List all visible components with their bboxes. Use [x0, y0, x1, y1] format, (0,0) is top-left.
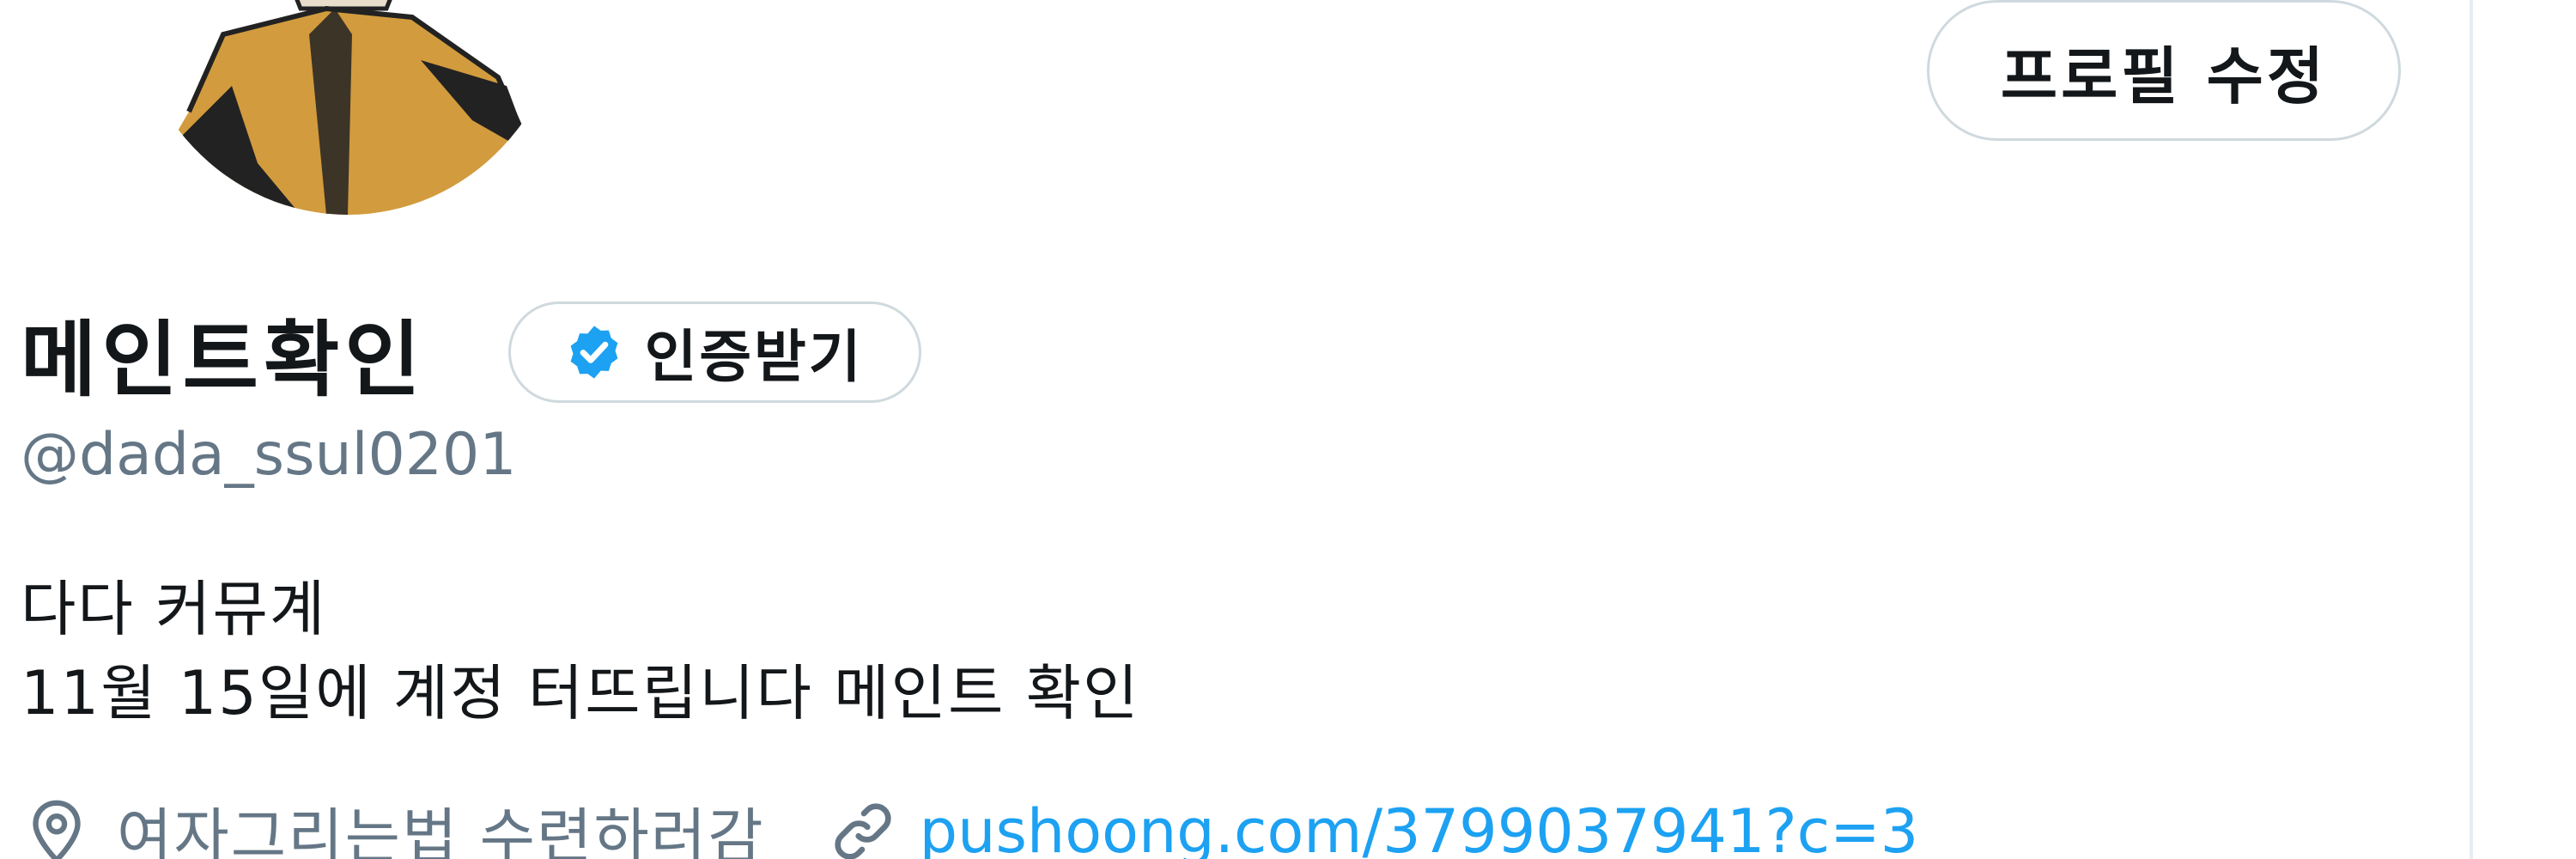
get-verified-button[interactable]: 인증받기: [507, 302, 921, 403]
get-verified-label: 인증받기: [644, 324, 864, 390]
profile-location: 여자그리는법 수련하러감: [117, 801, 765, 859]
bio-line: 다다 커뮤계: [21, 574, 327, 644]
location-pin-icon: [21, 795, 93, 859]
verified-badge-icon: [564, 322, 624, 382]
name-row: 메인트확인 인증받기: [21, 296, 921, 408]
profile-website-link[interactable]: pushoong.com/3799037941?c=3: [920, 796, 1919, 859]
column-divider: [2470, 0, 2473, 859]
profile-bio: 다다 커뮤계 11월 15일에 계정 터뜨립니다 메인트 확인: [21, 567, 1139, 735]
avatar[interactable]: [129, 0, 567, 215]
link-icon: [827, 795, 899, 859]
edit-profile-button[interactable]: 프로필 수정: [1927, 0, 2401, 141]
profile-page: 프로필 수정 메인트확인 인증받기 @dada_ssul0201 다다 커뮤계 …: [0, 0, 2576, 859]
avatar-illustration: [129, 0, 567, 215]
display-name: 메인트확인: [21, 311, 426, 408]
profile-meta-row: 여자그리는법 수련하러감 pushoong.com/3799037941?c=3: [21, 789, 1918, 859]
edit-profile-label: 프로필 수정: [2000, 40, 2328, 113]
bio-line: 11월 15일에 계정 터뜨립니다 메인트 확인: [21, 658, 1140, 728]
profile-handle: @dada_ssul0201: [21, 421, 517, 489]
